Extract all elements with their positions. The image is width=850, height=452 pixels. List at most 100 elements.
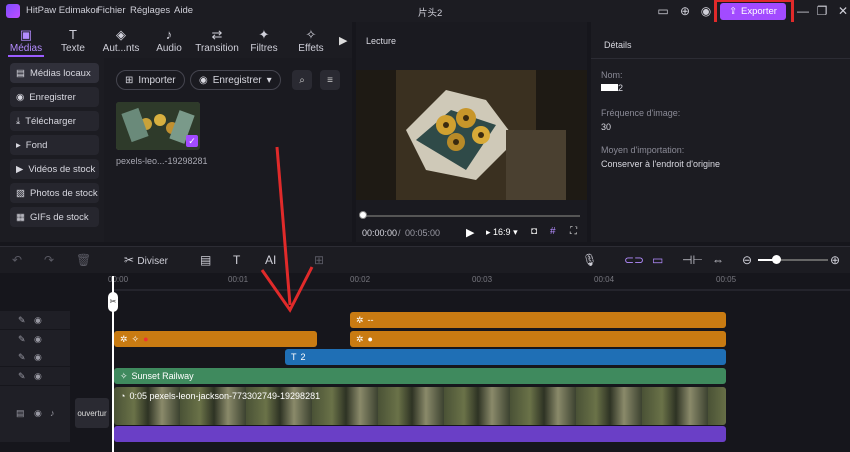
camera-icon[interactable]: ◘ <box>531 226 537 237</box>
text-clip[interactable]: T2 <box>285 349 726 365</box>
subtitle-icon[interactable]: ▤ <box>200 252 211 268</box>
play-icon[interactable]: ▶ <box>466 226 474 239</box>
feedback-icon[interactable]: ▭ <box>656 4 670 18</box>
tab-texte[interactable]: T Texte <box>52 27 94 54</box>
fullscreen-icon[interactable]: ⛶ <box>570 226 577 237</box>
record-dropdown[interactable]: ◉ Enregistrer ▾ <box>190 70 281 90</box>
track-head-fx-1: ✎ ◉ <box>0 311 70 329</box>
media-icon: ▣ <box>19 27 33 42</box>
active-tab-indicator <box>8 55 44 57</box>
record-icon: ◉ <box>16 91 25 103</box>
eye-icon[interactable]: ◉ <box>34 334 42 345</box>
redo-icon[interactable]: ↷ <box>44 252 54 268</box>
maximize-icon[interactable]: ❐ <box>815 4 829 18</box>
eye-icon[interactable]: ◉ <box>34 408 42 419</box>
current-time: 00:00:00 <box>362 228 398 238</box>
account-icon[interactable]: ◉ <box>699 4 713 18</box>
audio-icon[interactable]: ♪ <box>50 408 55 418</box>
zoom-in-icon[interactable]: ⊕ <box>830 252 840 268</box>
text-icon: T <box>69 27 77 42</box>
name-value: 2 <box>618 83 624 93</box>
split-track-icon[interactable]: ⊣⊢ <box>682 252 703 268</box>
preview-image <box>356 70 587 200</box>
annotation-arrow <box>260 146 314 313</box>
menu-reglages[interactable]: Réglages <box>130 5 170 16</box>
import-mode-label: Moyen d'importation: <box>601 145 685 155</box>
pin-icon[interactable]: ✎ <box>18 315 26 326</box>
tab-audio[interactable]: ♪ Audio <box>148 27 190 54</box>
split-button[interactable]: ✂ Diviser <box>124 252 168 268</box>
tab-effets[interactable]: ✧ Effets <box>290 27 332 54</box>
sidebar-item-gifs-stock[interactable]: ▦ GIFs de stock <box>10 207 99 227</box>
eye-icon[interactable]: ◉ <box>34 371 42 382</box>
sidebar-item-enregistrer[interactable]: ◉ Enregistrer <box>10 87 99 107</box>
import-mode-value: Conserver à l'endroit d'origine <box>601 159 720 169</box>
film-icon[interactable]: ▤ <box>16 408 25 419</box>
play-icon: ▸ <box>16 139 21 151</box>
cover-button[interactable]: ouvertur <box>75 398 109 428</box>
playhead-handle[interactable]: ✂ <box>108 292 118 312</box>
sticker-clip[interactable]: ✧ Sunset Railway <box>114 368 726 384</box>
plus-icon: ⊞ <box>125 74 134 86</box>
undo-icon[interactable]: ↶ <box>12 252 22 268</box>
delete-icon[interactable]: 🗑 <box>76 252 91 268</box>
aspect-ratio-dropdown[interactable]: ▸ 16:9 ▾ <box>486 227 518 238</box>
sidebar-item-medias-locaux[interactable]: ▤ Médias locaux <box>10 63 99 83</box>
download-icon[interactable]: ⊕ <box>678 4 692 18</box>
fx-clip-right[interactable]: ✲ ● <box>350 331 726 347</box>
menu-fichier[interactable]: Fichier <box>97 5 126 16</box>
pin-icon[interactable]: ✎ <box>18 352 26 363</box>
tab-medias[interactable]: ▣ Médias <box>5 27 47 54</box>
snap-icon[interactable]: ▭ <box>652 252 663 268</box>
import-button[interactable]: ⊞ Importer <box>116 70 185 90</box>
tick-0: 00:00 <box>108 275 129 284</box>
text-icon: T <box>291 352 297 362</box>
tabs-next-icon[interactable]: ▶ <box>339 34 347 47</box>
name-redacted <box>601 84 618 91</box>
fx-clip-left[interactable]: ✲ ✧ ● <box>114 331 317 347</box>
seek-handle[interactable] <box>359 211 367 219</box>
sidebar-item-fond[interactable]: ▸ Fond <box>10 135 99 155</box>
tab-filtres[interactable]: ✦ Filtres <box>243 27 285 54</box>
player-title: Lecture <box>366 36 397 46</box>
zoom-out-icon[interactable]: ⊖ <box>742 252 752 268</box>
app-logo-icon <box>6 4 20 18</box>
pin-icon[interactable]: ✎ <box>18 334 26 345</box>
sidebar-item-telecharger[interactable]: ⤓ Télécharger <box>10 111 99 131</box>
tick-5: 00:05 <box>716 275 737 284</box>
video-preview <box>356 70 587 200</box>
close-icon[interactable]: ✕ <box>836 4 850 18</box>
mic-icon[interactable]: 🎙 <box>582 252 597 268</box>
menu-aide[interactable]: Aide <box>174 5 193 16</box>
tick-4: 00:04 <box>594 275 615 284</box>
tab-transition[interactable]: ⇄ Transition <box>194 27 240 54</box>
sort-icon[interactable]: ≡ <box>320 70 340 90</box>
search-icon[interactable]: ⌕ <box>292 70 312 90</box>
zoom-slider-handle[interactable] <box>772 255 781 264</box>
tab-auto[interactable]: ◈ Aut...nts <box>100 27 142 54</box>
link-icon[interactable]: ⊂⊃ <box>624 252 644 268</box>
text-tool-icon[interactable]: T <box>233 252 240 268</box>
details-divider <box>591 58 850 59</box>
sidebar-item-photos-stock[interactable]: ▧ Photos de stock <box>10 183 99 203</box>
folder-icon: ▤ <box>16 67 25 79</box>
details-panel <box>591 22 850 242</box>
grid-icon[interactable]: # <box>550 226 556 237</box>
transition-icon: ⇄ <box>211 27 223 42</box>
video-clip[interactable]: ◔ 0:05 pexels-leon-jackson-773302749-1929… <box>114 387 726 425</box>
sparkle-icon: ✧ <box>131 333 140 344</box>
fps-value: 30 <box>601 122 612 132</box>
seek-bar[interactable] <box>362 215 580 217</box>
pin-icon[interactable]: ✎ <box>18 371 26 382</box>
effect-icon: ✲ <box>356 314 364 325</box>
fit-icon[interactable]: ⇔ <box>712 252 724 268</box>
audio-clip[interactable] <box>114 426 726 442</box>
fx-clip-top[interactable]: ✲ -- <box>350 312 726 328</box>
sidebar-item-videos-stock[interactable]: ▶ Vidéos de stock <box>10 159 99 179</box>
eye-icon[interactable]: ◉ <box>34 352 42 363</box>
video-icon: ▶ <box>16 163 24 175</box>
eye-icon[interactable]: ◉ <box>34 315 42 326</box>
minimize-icon[interactable]: — <box>796 4 810 18</box>
tick-2: 00:02 <box>350 275 371 284</box>
clock-icon: ◔ <box>120 391 126 401</box>
